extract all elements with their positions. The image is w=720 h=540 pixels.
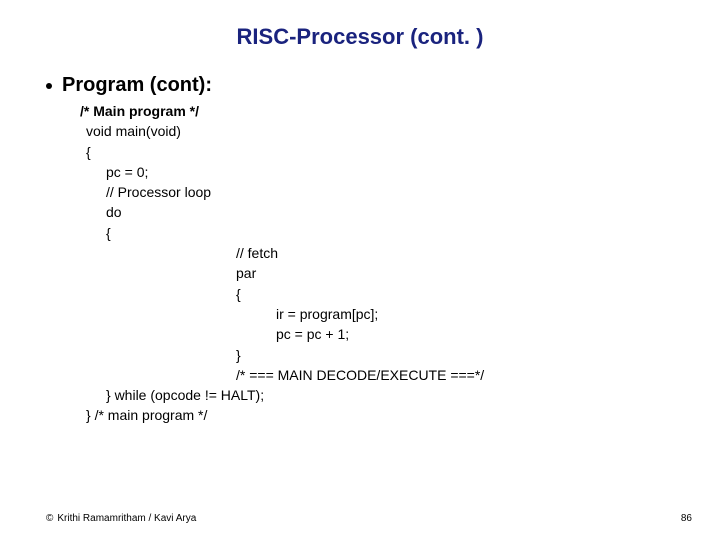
code-line: /* Main program */ [80,101,720,121]
code-line: } while (opcode != HALT); [80,385,720,405]
bullet-row: Program (cont): [0,74,720,97]
slide: RISC-Processor (cont. ) Program (cont): … [0,0,720,540]
code-line: { [80,223,720,243]
code-line: do [80,202,720,222]
footer-authors: Krithi Ramamritham / Kavi Arya [57,513,196,524]
code-line: pc = pc + 1; [80,324,720,344]
bullet-text: Program (cont): [62,74,212,97]
code-line: par [80,263,720,283]
code-line: } [80,345,720,365]
footer-credits: © Krithi Ramamritham / Kavi Arya [46,513,196,524]
code-line: /* === MAIN DECODE/EXECUTE ===*/ [80,365,720,385]
code-line: pc = 0; [80,162,720,182]
code-line: { [80,284,720,304]
code-line: void main(void) [80,121,720,141]
code-block: /* Main program */ void main(void) { pc … [0,97,720,426]
code-line: } /* main program */ [80,405,720,425]
bullet-icon [46,83,52,89]
code-line: { [80,142,720,162]
code-line: // fetch [80,243,720,263]
slide-title: RISC-Processor (cont. ) [0,0,720,56]
code-line: ir = program[pc]; [80,304,720,324]
copyright-icon: © [46,513,53,524]
code-line: // Processor loop [80,182,720,202]
page-number: 86 [681,513,692,524]
